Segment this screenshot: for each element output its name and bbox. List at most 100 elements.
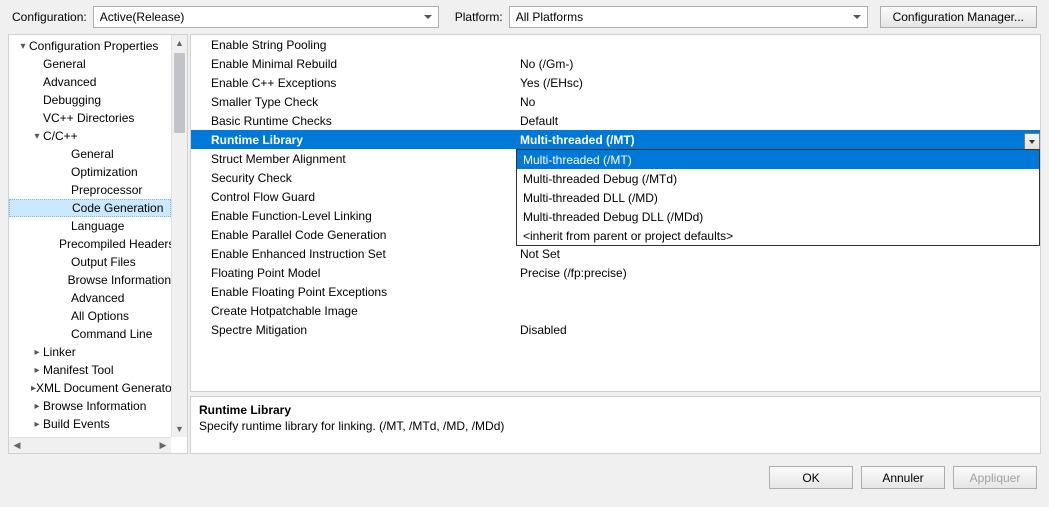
tree-item-debugging[interactable]: Debugging [9, 91, 171, 109]
property-value: Default [516, 114, 1040, 128]
tree-item-label: Configuration Properties [29, 39, 158, 53]
tree-item-label: Browse Information [43, 399, 146, 413]
tree-item-xml-document-generator[interactable]: ▸XML Document Generator [9, 379, 171, 397]
property-row-smaller-type-check[interactable]: Smaller Type CheckNo [191, 92, 1040, 111]
expander-closed-icon[interactable]: ▸ [31, 347, 43, 358]
tree-item-label: Language [71, 219, 124, 233]
property-name: Create Hotpatchable Image [191, 304, 516, 318]
property-value[interactable]: Multi-threaded (/MT) [516, 133, 1040, 147]
tree-item-advanced[interactable]: Advanced [9, 289, 171, 307]
tree-item-command-line[interactable]: Command Line [9, 325, 171, 343]
dialog-buttons: OK Annuler Appliquer [0, 454, 1049, 489]
property-name: Smaller Type Check [191, 95, 516, 109]
tree-item-label: Linker [43, 345, 76, 359]
tree-item-general[interactable]: General [9, 55, 171, 73]
property-row-enable-string-pooling[interactable]: Enable String Pooling [191, 35, 1040, 54]
tree-panel: ▾Configuration PropertiesGeneralAdvanced… [8, 34, 188, 454]
tree-item-general[interactable]: General [9, 145, 171, 163]
property-name: Struct Member Alignment [191, 152, 516, 166]
tree-item-label: Optimization [71, 165, 138, 179]
property-row-enable-c-exceptions[interactable]: Enable C++ ExceptionsYes (/EHsc) [191, 73, 1040, 92]
apply-button[interactable]: Appliquer [953, 466, 1037, 489]
property-value: No (/Gm-) [516, 57, 1040, 71]
expander-closed-icon[interactable]: ▸ [31, 365, 43, 376]
property-name: Enable Minimal Rebuild [191, 57, 516, 71]
tree-item-manifest-tool[interactable]: ▸Manifest Tool [9, 361, 171, 379]
tree-item-optimization[interactable]: Optimization [9, 163, 171, 181]
property-value: No [516, 95, 1040, 109]
dropdown-option[interactable]: Multi-threaded (/MT) [517, 150, 1039, 169]
tree-item-label: All Options [71, 309, 129, 323]
config-tree[interactable]: ▾Configuration PropertiesGeneralAdvanced… [9, 35, 171, 435]
tree-item-build-events[interactable]: ▸Build Events [9, 415, 171, 433]
tree-item-configuration-properties[interactable]: ▾Configuration Properties [9, 37, 171, 55]
tree-item-all-options[interactable]: All Options [9, 307, 171, 325]
property-name: Enable Floating Point Exceptions [191, 285, 516, 299]
tree-item-label: VC++ Directories [43, 111, 134, 125]
tree-item-preprocessor[interactable]: Preprocessor [9, 181, 171, 199]
tree-item-browse-information[interactable]: Browse Information [9, 271, 171, 289]
tree-item-c-c-[interactable]: ▾C/C++ [9, 127, 171, 145]
configuration-value: Active(Release) [100, 10, 185, 24]
expander-open-icon[interactable]: ▾ [31, 131, 43, 142]
tree-item-precompiled-headers[interactable]: Precompiled Headers [9, 235, 171, 253]
tree-item-vc-directories[interactable]: VC++ Directories [9, 109, 171, 127]
tree-item-advanced[interactable]: Advanced [9, 73, 171, 91]
tree-item-label: General [43, 57, 86, 71]
configuration-manager-button[interactable]: Configuration Manager... [880, 6, 1037, 28]
property-value: Yes (/EHsc) [516, 76, 1040, 90]
dropdown-option[interactable]: Multi-threaded Debug DLL (/MDd) [517, 207, 1039, 226]
property-row-enable-minimal-rebuild[interactable]: Enable Minimal RebuildNo (/Gm-) [191, 54, 1040, 73]
ok-button[interactable]: OK [769, 466, 853, 489]
dropdown-option[interactable]: Multi-threaded DLL (/MD) [517, 188, 1039, 207]
property-name: Control Flow Guard [191, 190, 516, 204]
tree-item-label: Advanced [43, 75, 96, 89]
property-value: Precise (/fp:precise) [516, 266, 1040, 280]
runtime-library-dropdown[interactable]: Multi-threaded (/MT)Multi-threaded Debug… [516, 149, 1040, 246]
scroll-left-icon[interactable]: ◀ [9, 438, 25, 453]
tree-item-code-generation[interactable]: Code Generation [9, 199, 171, 217]
tree-vertical-scrollbar[interactable]: ▲ ▼ [171, 35, 187, 437]
scroll-up-icon[interactable]: ▲ [172, 35, 187, 51]
tree-item-label: XML Document Generator [36, 381, 171, 395]
property-name: Spectre Mitigation [191, 323, 516, 337]
top-bar: Configuration: Active(Release) Platform:… [0, 0, 1049, 34]
property-name: Enable String Pooling [191, 38, 516, 52]
tree-item-label: Manifest Tool [43, 363, 113, 377]
property-name: Enable Function-Level Linking [191, 209, 516, 223]
property-value: Disabled [516, 323, 1040, 337]
scroll-right-icon[interactable]: ▶ [155, 438, 171, 453]
property-row-runtime-library[interactable]: Runtime LibraryMulti-threaded (/MT) [191, 130, 1040, 149]
dropdown-option[interactable]: <inherit from parent or project defaults… [517, 226, 1039, 245]
scroll-thumb[interactable] [174, 53, 185, 133]
tree-item-linker[interactable]: ▸Linker [9, 343, 171, 361]
expander-closed-icon[interactable]: ▸ [31, 419, 43, 430]
expander-closed-icon[interactable]: ▸ [31, 401, 43, 412]
property-row-basic-runtime-checks[interactable]: Basic Runtime ChecksDefault [191, 111, 1040, 130]
property-row-enable-enhanced-instruction-set[interactable]: Enable Enhanced Instruction SetNot Set [191, 244, 1040, 263]
property-row-create-hotpatchable-image[interactable]: Create Hotpatchable Image [191, 301, 1040, 320]
expander-open-icon[interactable]: ▾ [17, 41, 29, 52]
property-grid: Enable String Pooling Enable Minimal Rebu… [190, 34, 1041, 392]
platform-value: All Platforms [516, 10, 583, 24]
platform-combo[interactable]: All Platforms [509, 6, 868, 28]
property-row-floating-point-model[interactable]: Floating Point ModelPrecise (/fp:precise… [191, 263, 1040, 282]
scroll-down-icon[interactable]: ▼ [172, 421, 187, 437]
tree-item-label: Preprocessor [71, 183, 142, 197]
configuration-label: Configuration: [12, 10, 87, 24]
tree-item-language[interactable]: Language [9, 217, 171, 235]
tree-item-label: Command Line [71, 327, 152, 341]
tree-horizontal-scrollbar[interactable]: ◀ ▶ [9, 437, 171, 453]
tree-item-browse-information[interactable]: ▸Browse Information [9, 397, 171, 415]
tree-item-label: Browse Information [68, 273, 171, 287]
tree-item-label: Debugging [43, 93, 101, 107]
property-name: Runtime Library [191, 133, 516, 147]
tree-item-label: Output Files [71, 255, 136, 269]
cancel-button[interactable]: Annuler [861, 466, 945, 489]
property-row-spectre-mitigation[interactable]: Spectre MitigationDisabled [191, 320, 1040, 339]
tree-item-output-files[interactable]: Output Files [9, 253, 171, 271]
property-row-enable-floating-point-exceptions[interactable]: Enable Floating Point Exceptions [191, 282, 1040, 301]
tree-item-label: C/C++ [43, 129, 78, 143]
configuration-combo[interactable]: Active(Release) [93, 6, 439, 28]
dropdown-option[interactable]: Multi-threaded Debug (/MTd) [517, 169, 1039, 188]
